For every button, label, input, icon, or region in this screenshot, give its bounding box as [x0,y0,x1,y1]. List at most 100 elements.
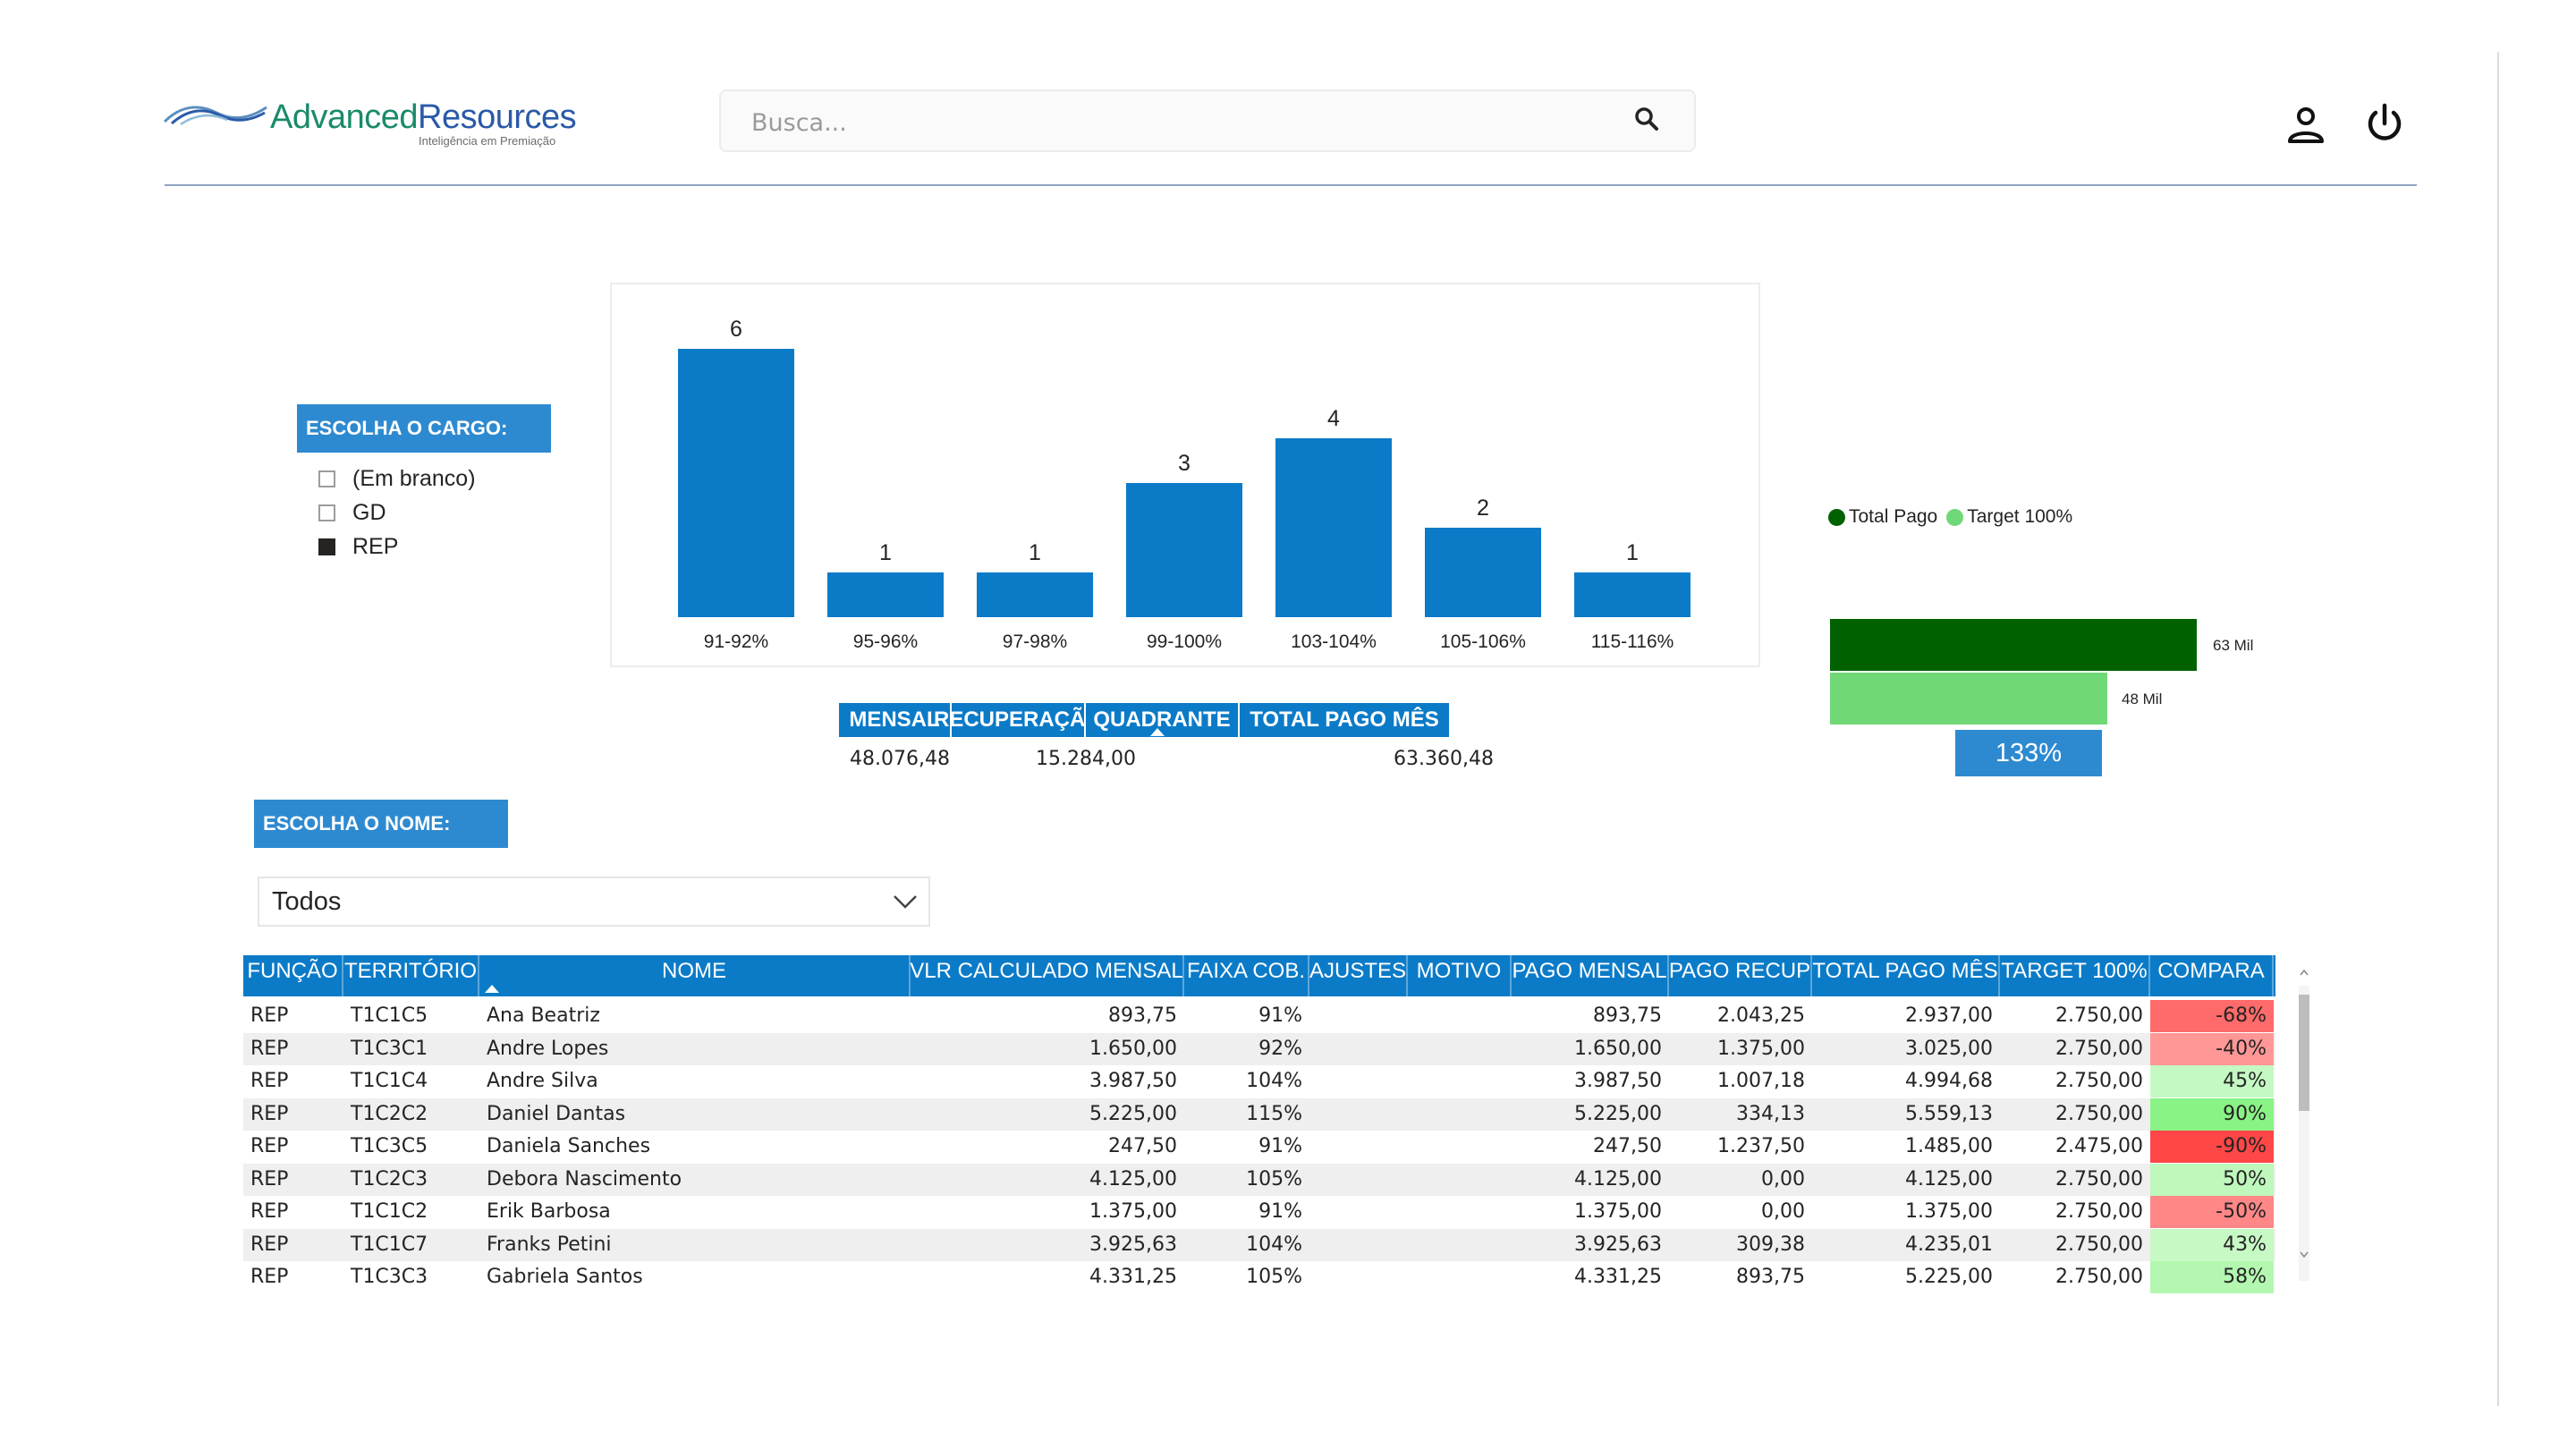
chart-bar[interactable] [1126,483,1242,617]
header-col-faixa[interactable]: FAIXA COB. [1184,955,1309,996]
data-label: 6 [730,317,742,342]
header-col-vlr-calculado[interactable]: VLR CALCULADO MENSAL [910,955,1184,996]
cell-motivo [1408,1098,1512,1131]
summary-header-total[interactable]: TOTAL PAGO MÊS [1240,703,1449,737]
table-row[interactable]: REP T1C1C4 Andre Silva 3.987,50 104% 3.987,50… [243,1065,2275,1097]
cell-total-pago: 4.994,68 [1905,1070,1993,1092]
chart-bar[interactable] [1275,438,1392,617]
cell-vlr-calculado: 893,75 [1108,1004,1177,1027]
scroll-down-icon[interactable] [2299,1249,2309,1261]
legend-target: Target 100% [1967,506,2073,527]
power-icon[interactable] [2363,102,2406,145]
header-col-compara[interactable]: COMPARA [2150,955,2274,996]
logo-swoosh-icon [163,106,267,126]
logo-tagline: Inteligência em Premiação [419,134,556,148]
cell-ajustes [1309,1065,1408,1097]
header-col-funcao[interactable]: FUNÇÃO [243,955,343,996]
cell-funcao: REP [250,1070,289,1092]
cell-territorio: T1C3C5 [351,1135,428,1157]
header-col-ajustes[interactable]: AJUSTES [1309,955,1408,996]
header-col-territorio[interactable]: TERRITÓRIO [343,955,479,996]
cell-target: 2.750,00 [2055,1266,2143,1288]
cell-nome: Andre Silva [487,1070,598,1092]
cell-vlr-calculado: 1.650,00 [1089,1037,1177,1060]
scroll-up-icon[interactable] [2299,966,2309,979]
chevron-down-icon[interactable] [891,891,919,912]
cell-ajustes [1309,1098,1408,1131]
cell-pago-mensal: 1.650,00 [1574,1037,1662,1060]
header-col-total-pago[interactable]: TOTAL PAGO MÊS [1812,955,2000,996]
cell-funcao: REP [250,1167,289,1191]
search-input[interactable] [750,104,1558,141]
logo: AdvancedResources [270,98,577,137]
cell-compara: -68% [2150,1000,2274,1032]
cell-vlr-calculado: 247,50 [1108,1135,1177,1157]
cell-vlr-calculado: 3.925,63 [1089,1233,1177,1256]
cell-vlr-calculado: 5.225,00 [1089,1102,1177,1125]
table-row[interactable]: REP T1C2C3 Debora Nascimento 4.125,00 105% 4.… [243,1163,2275,1196]
table-row[interactable]: REP T1C1C7 Franks Petini 3.925,63 104% 3.925,… [243,1228,2275,1261]
cell-funcao: REP [250,1102,289,1125]
sort-asc-icon [485,985,499,993]
cell-total-pago: 4.235,01 [1905,1233,1993,1256]
cargo-option-label: REP [352,533,399,559]
cargo-option-rep[interactable]: REP [318,533,398,560]
cell-pago-recup: 893,75 [1736,1266,1805,1288]
nome-dropdown[interactable]: Todos [258,877,930,927]
total-pago-bar [1830,619,2197,671]
cell-pago-mensal: 3.925,63 [1574,1233,1662,1256]
header-col-motivo[interactable]: MOTIVO [1408,955,1512,996]
checkbox[interactable] [318,470,335,487]
cell-vlr-calculado: 1.375,00 [1089,1200,1177,1223]
table-row[interactable]: REP T1C3C3 Gabriela Santos 4.331,25 105% 4.33… [243,1261,2275,1293]
checkbox-checked[interactable] [318,538,335,555]
chart-bar[interactable] [1425,528,1541,617]
header-col-pago-recup[interactable]: PAGO RECUP [1669,955,1812,996]
header-divider [165,184,2417,186]
cell-ajustes [1309,1229,1408,1261]
cell-territorio: T1C3C3 [351,1266,428,1288]
chart-bar[interactable] [977,572,1093,617]
table-row[interactable]: REP T1C3C1 Andre Lopes 1.650,00 92% 1.650,00 1… [243,1032,2275,1065]
scrollbar-thumb[interactable] [2299,995,2309,1111]
user-icon[interactable] [2286,106,2326,145]
checkbox[interactable] [318,504,335,521]
legend: Total Pago Target 100% [1828,506,2072,528]
cell-pago-recup: 0,00 [1761,1167,1805,1191]
cell-territorio: T1C1C2 [351,1200,428,1223]
table-row[interactable]: REP T1C2C2 Daniel Dantas 5.225,00 115% 5.225,… [243,1097,2275,1131]
chart-bar[interactable] [678,349,794,617]
cell-target: 2.750,00 [2055,1037,2143,1060]
cell-total-pago: 1.485,00 [1905,1135,1993,1157]
cargo-option-gd[interactable]: GD [318,499,386,526]
legend-total: Total Pago [1849,506,1938,527]
cargo-slicer-title: ESCOLHA O CARGO: [297,404,551,453]
cell-faixa: 91% [1258,1200,1302,1223]
cell-funcao: REP [250,1233,289,1256]
cell-total-pago: 3.025,00 [1905,1037,1993,1060]
table-row[interactable]: REP T1C3C5 Daniela Sanches 247,50 91% 247,50 1… [243,1131,2275,1163]
x-tick-label: 95-96% [853,631,918,652]
table-row[interactable]: REP T1C1C2 Erik Barbosa 1.375,00 91% 1.375,00… [243,1196,2275,1228]
header-col-target[interactable]: TARGET 100% [2000,955,2150,996]
table-row[interactable]: REP T1C1C5 Ana Beatriz 893,75 91% 893,75 2.043… [243,1000,2275,1032]
cell-nome: Daniel Dantas [487,1102,626,1125]
cell-total-pago: 4.125,00 [1905,1167,1993,1191]
cargo-option-em-branco[interactable]: (Em branco) [318,465,476,492]
chart-bar[interactable] [827,572,944,617]
header-col-nome[interactable]: NOME [479,955,911,996]
cell-nome: Andre Lopes [487,1037,609,1060]
search-box[interactable] [719,89,1696,152]
cell-compara: 45% [2150,1065,2274,1097]
cell-compara: -50% [2150,1196,2274,1228]
header-col-pago-mensal[interactable]: PAGO MENSAL [1512,955,1669,996]
logo-name-b: Resources [418,98,577,136]
summary-header-recuperacao[interactable]: RECUPERAÇÃO [934,703,1102,737]
chart-bar[interactable] [1574,572,1690,617]
cell-faixa: 91% [1258,1004,1302,1027]
cell-pago-recup: 1.237,50 [1717,1135,1805,1157]
cell-motivo [1408,1261,1512,1293]
nome-slicer-title: ESCOLHA O NOME: [254,800,508,848]
search-icon[interactable] [1633,106,1660,132]
x-tick-label: 91-92% [704,631,768,652]
